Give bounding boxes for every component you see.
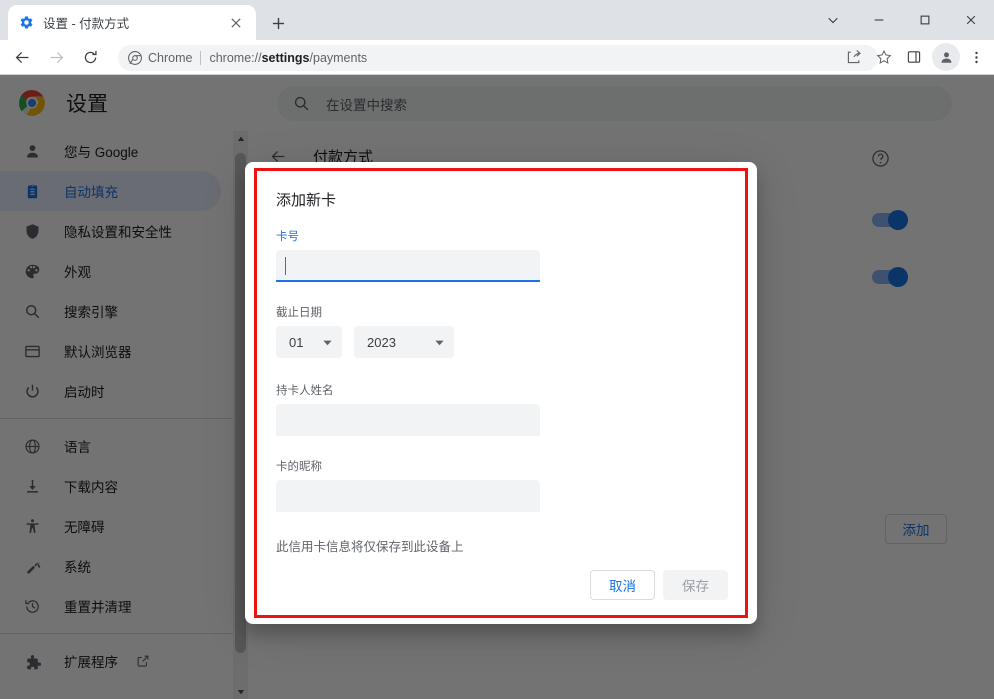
- card-number-label: 卡号: [276, 231, 299, 243]
- cardholder-field-group: 持卡人姓名: [276, 382, 726, 436]
- close-window-icon[interactable]: [948, 0, 994, 40]
- expiry-month-value: 01: [289, 334, 304, 350]
- nickname-label: 卡的昵称: [276, 461, 322, 473]
- three-dot-menu-icon[interactable]: [962, 43, 990, 71]
- chrome-origin-chip: Chrome: [128, 51, 192, 65]
- settings-gear-icon: [18, 15, 34, 31]
- close-icon[interactable]: [226, 13, 246, 33]
- minimize-icon[interactable]: [856, 0, 902, 40]
- omnibox-divider: [200, 51, 202, 65]
- expiry-month-select[interactable]: 01: [276, 326, 342, 358]
- browser-window: 设置 - 付款方式 Chrome chrome://settings/payme…: [0, 0, 994, 699]
- add-card-dialog: 添加新卡 卡号 截止日期 01 2023 持卡人姓名 卡的昵称 此信用卡信息将仅…: [254, 168, 748, 618]
- cardholder-input[interactable]: [276, 404, 540, 436]
- dialog-actions: 取消 保存: [590, 570, 728, 600]
- toolbar-right-actions: [838, 43, 990, 71]
- card-number-field-group: 卡号: [276, 228, 726, 282]
- tab-strip: 设置 - 付款方式: [0, 0, 994, 40]
- dialog-title: 添加新卡: [276, 192, 337, 209]
- dialog-note: 此信用卡信息将仅保存到此设备上: [276, 540, 464, 554]
- url-suffix: /payments: [309, 51, 368, 65]
- add-card-dialog-container: 添加新卡 卡号 截止日期 01 2023 持卡人姓名 卡的昵称 此信用卡信息将仅…: [245, 162, 757, 624]
- dialog-body: 添加新卡 卡号 截止日期 01 2023 持卡人姓名 卡的昵称 此信用卡信息将仅…: [257, 171, 745, 555]
- cardholder-label: 持卡人姓名: [276, 385, 334, 397]
- side-panel-icon[interactable]: [900, 43, 928, 71]
- window-controls: [810, 0, 994, 40]
- text-caret: [285, 257, 286, 275]
- origin-chip-label: Chrome: [148, 51, 193, 65]
- expiry-field-group: 截止日期 01 2023: [276, 304, 726, 358]
- share-icon[interactable]: [840, 43, 868, 71]
- nickname-field-group: 卡的昵称: [276, 458, 726, 512]
- expiry-selects: 01 2023: [276, 326, 726, 358]
- expiry-year-value: 2023: [367, 334, 396, 350]
- expiry-label: 截止日期: [276, 307, 322, 319]
- chevron-down-icon: [434, 337, 445, 348]
- forward-arrow-icon[interactable]: [42, 43, 70, 71]
- address-bar-url: chrome://settings/payments: [209, 51, 367, 65]
- chrome-logo-icon: [128, 51, 142, 65]
- expiry-year-select[interactable]: 2023: [354, 326, 454, 358]
- url-highlight: settings: [261, 51, 310, 65]
- reload-icon[interactable]: [76, 43, 104, 71]
- profile-avatar-icon[interactable]: [932, 43, 960, 71]
- maximize-icon[interactable]: [902, 0, 948, 40]
- card-number-input[interactable]: [276, 250, 540, 282]
- tab-title: 设置 - 付款方式: [43, 17, 130, 31]
- nickname-input[interactable]: [276, 480, 540, 512]
- tab-search-chevron-down-icon[interactable]: [810, 0, 856, 40]
- url-prefix: chrome://: [209, 51, 262, 65]
- save-button[interactable]: 保存: [663, 570, 728, 600]
- star-icon[interactable]: [870, 43, 898, 71]
- browser-tab[interactable]: 设置 - 付款方式: [8, 5, 256, 40]
- new-tab-button[interactable]: [264, 9, 292, 37]
- chevron-down-icon: [322, 337, 333, 348]
- address-bar[interactable]: Chrome chrome://settings/payments: [118, 45, 878, 71]
- cancel-button[interactable]: 取消: [590, 570, 655, 600]
- back-arrow-icon[interactable]: [8, 43, 36, 71]
